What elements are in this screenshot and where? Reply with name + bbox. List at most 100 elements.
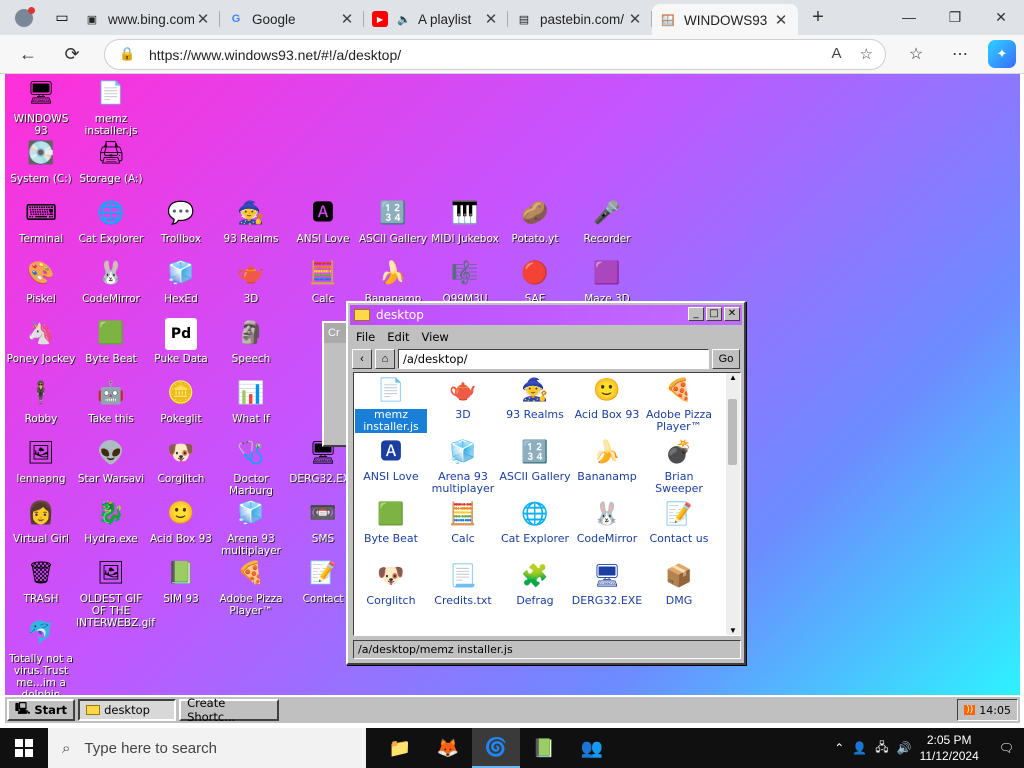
file-item[interactable]: 🔢 ASCII Gallery [499,437,571,483]
favorite-star-icon[interactable]: ☆ [860,45,873,63]
scroll-thumb[interactable] [728,399,737,465]
close-icon[interactable]: ✕ [194,10,212,28]
desktop-icon[interactable]: 🖥 WINDOWS 93 [6,78,76,138]
file-item[interactable]: 🧩 Defrag [499,561,571,607]
taskbar-search[interactable]: ⌕ Type here to search [48,728,366,768]
desktop-icon[interactable]: 🔴 SAE [500,258,570,306]
desktop-icon[interactable]: 🎼 O99M3U [430,258,500,306]
file-item[interactable]: 📃 Credits.txt [427,561,499,607]
file-item[interactable]: 📝 Contact us [643,499,715,545]
desktop-icon[interactable]: 💽 System (C:) [6,138,76,186]
desktop-icon[interactable]: 🧊 Arena 93 multiplayer [216,498,286,558]
close-icon[interactable]: ✕ [338,10,356,28]
rss-icon[interactable]: )) [964,705,976,715]
favorites-icon[interactable]: ☆ [902,40,930,68]
desktop-icon[interactable]: 🅰 ANSI Love [288,198,358,246]
menu-edit[interactable]: Edit [387,330,409,344]
desktop-icon[interactable]: 🧮 Calc [288,258,358,306]
desktop-icon[interactable]: 🩺 Doctor Marburg [216,438,286,498]
file-item[interactable]: 📄 memz installer.js [355,375,427,433]
desktop-icon[interactable]: 👩 Virtual Girl [6,498,76,546]
desktop-icon[interactable]: 📊 What If [216,378,286,426]
desktop-icon[interactable]: 🙂 Acid Box 93 [146,498,216,546]
file-item[interactable]: 📦 DMG [643,561,715,607]
file-item[interactable]: 🟩 Byte Beat [355,499,427,545]
tab-actions-icon[interactable]: ▭ [48,9,76,26]
file-item[interactable]: 🫖 3D [427,375,499,421]
close-button[interactable]: ✕ [724,307,740,321]
menu-file[interactable]: File [356,330,375,344]
desktop-icon[interactable]: 🔢 ASCII Gallery [358,198,428,246]
desktop-icon[interactable]: 🫖 3D [216,258,286,306]
url-field[interactable]: 🔒 https://www.windows93.net/#!/a/desktop… [104,39,886,70]
file-item[interactable]: 🐶 Corglitch [355,561,427,607]
file-item[interactable]: 🧊 Arena 93 multiplayer [427,437,499,495]
go-button[interactable]: Go [712,349,740,369]
file-item[interactable]: 🧙 93 Realms [499,375,571,421]
desktop-icon[interactable]: 🟪 Maze 3D [572,258,642,306]
desktop-icon[interactable]: 🎨 Piskel [6,258,76,306]
volume-icon[interactable]: 🔊 [897,741,912,755]
tab-pastebin[interactable]: ▤ pastebin.com/ ✕ [508,4,652,34]
close-window-icon[interactable]: ✕ [978,9,1024,26]
desktop-icon[interactable]: 🎤 Recorder [572,198,642,246]
file-item[interactable]: 🖥 DERG32.EXE [571,561,643,607]
desktop-icon[interactable]: Pd Puke Data [146,318,216,365]
path-input[interactable]: /a/desktop/ [398,349,709,369]
back-icon[interactable]: ← [14,40,42,68]
windows-start-icon[interactable] [0,728,48,768]
more-icon[interactable]: ⋯ [946,40,974,68]
file-item[interactable]: 🧮 Calc [427,499,499,545]
desktop-icon[interactable]: 🗿 Speech [216,318,286,366]
clock[interactable]: 2:05 PM 11/12/2024 [920,732,979,764]
edge-icon[interactable]: 🌀 [472,728,520,768]
file-item[interactable]: 💣 Brian Sweeper [643,437,715,495]
app-icon[interactable]: 📗 [520,728,568,768]
minimize-icon[interactable]: — [886,9,932,26]
tab-playlist[interactable]: ▶ 🔈 A playlist ✕ [364,4,508,34]
chevron-up-icon[interactable]: ⌃ [834,741,844,755]
desktop-icon[interactable]: 🟩 Byte Beat [76,318,146,366]
close-icon[interactable]: ✕ [482,10,500,28]
desktop-icon[interactable]: 📄 memz installer.js [76,78,146,138]
notifications-icon[interactable]: 🗨 [999,741,1014,755]
desktop-icon[interactable]: 🤖 Take this [76,378,146,426]
desktop-icon[interactable]: 🍕 Adobe Pizza Player™ [216,558,286,618]
desktop-icon[interactable]: 🌐 Cat Explorer [76,198,146,246]
explorer-window[interactable]: desktop _ □ ✕ File Edit View ‹ ⌂ /a/desk… [346,301,746,665]
desktop-icon[interactable]: 🪙 Pokeglit [146,378,216,426]
vertical-scrollbar[interactable]: ▲ ▼ [726,373,740,635]
desktop-icon[interactable]: 🎹 MIDI Jukebox [430,198,500,246]
tab-windows93[interactable]: 🪟 WINDOWS93 ✕ [652,4,798,36]
lock-icon[interactable]: 🔒 [119,46,135,62]
maximize-button[interactable]: □ [706,307,722,321]
user-icon[interactable]: 👤 [852,741,867,755]
desktop-icon[interactable]: 🗑 TRASH [6,558,76,606]
desktop-icon[interactable]: 🖼 OLDEST GIF OF THE INTERWEBZ.gif [76,558,155,630]
window-titlebar[interactable]: desktop [350,305,742,325]
restore-icon[interactable]: ❐ [932,9,978,26]
back-icon[interactable]: ‹ [352,349,372,369]
file-item[interactable]: 🍌 Bananamp [571,437,643,483]
desktop-icon[interactable]: 🐉 Hydra.exe [76,498,146,546]
file-item[interactable]: 🌐 Cat Explorer [499,499,571,545]
firefox-icon[interactable]: 🦊 [424,728,472,768]
desktop-icon[interactable]: 🦄 Poney Jockey [6,318,76,366]
refresh-icon[interactable]: ⟳ [58,40,86,68]
desktop-icon[interactable]: 🧙 93 Realms [216,198,286,246]
file-item[interactable]: 🍕 Adobe Pizza Player™ [643,375,715,433]
desktop-icon[interactable]: 🧊 HexEd [146,258,216,306]
close-icon[interactable]: ✕ [626,10,644,28]
file-item[interactable]: 🐰 CodeMirror [571,499,643,545]
read-aloud-icon[interactable]: A [832,45,842,63]
start-button[interactable]: 🖳 Start [7,699,76,721]
desktop-icon[interactable]: 📗 SIM 93 [146,558,216,606]
desktop-icon[interactable]: 🐶 Corglitch [146,438,216,486]
taskbar-button-desktop[interactable]: desktop [78,699,177,721]
tab-google[interactable]: G Google ✕ [220,4,364,34]
home-icon[interactable]: ⌂ [375,349,395,369]
desktop-icon[interactable]: 🍌 Bananamp [358,258,428,306]
menu-view[interactable]: View [422,330,449,344]
taskbar-button-create-shortcut[interactable]: Create Shortc... [179,696,280,724]
profile-icon[interactable] [0,6,48,27]
